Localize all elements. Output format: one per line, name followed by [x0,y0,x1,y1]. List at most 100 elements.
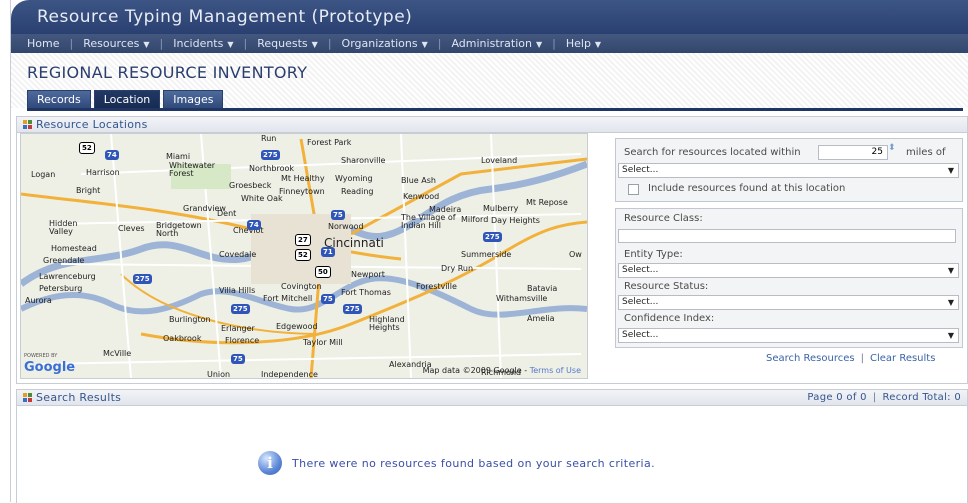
tab-records[interactable]: Records [27,90,91,109]
grid-icon [23,120,32,129]
miles-label: miles of [906,147,946,158]
location-select[interactable]: Select... ▼ [618,163,959,178]
app-title: Resource Typing Management (Prototype) [11,0,968,34]
map-label: Homestead [51,244,97,253]
map-view[interactable]: Forest Park Run Sharonville Loveland Log… [20,133,588,379]
main-menu: Home | Resources ▼ | Incidents ▼ | Request… [11,34,968,53]
map-label: Kenwood [403,192,440,201]
menu-help[interactable]: Help ▼ [560,34,607,53]
map-label: Aurora [25,296,52,305]
map-label: Fort Mitchell [263,294,313,303]
map-label: Norwood [328,222,364,231]
entity-type-label: Entity Type: [624,249,683,260]
map-label: Amelia [527,314,555,323]
route-shield-icon: 50 [315,266,331,278]
map-label: Forestville [416,282,457,291]
map-label: Finneytown [279,187,325,196]
map-label: Harrison [86,168,120,177]
route-shield-icon: 71 [321,247,335,257]
route-shield-icon: 275 [133,274,152,284]
search-resources-link[interactable]: Search Resources [766,353,855,364]
map-label: Dent [217,209,237,218]
map-label: McVille [103,349,132,358]
route-shield-icon: 275 [231,304,250,314]
route-shield-icon: 74 [105,150,119,160]
map-label: Florence [225,336,260,345]
confidence-index-select[interactable]: Select... ▼ [618,328,959,343]
map-attribution: Map data ©2009 Google - Terms of Use [422,366,581,375]
resource-status-select[interactable]: Select... ▼ [618,295,959,310]
chevron-down-icon: ▼ [421,40,428,49]
info-icon: i [258,451,282,475]
confidence-index-label: Confidence Index: [624,313,715,324]
pagination-info: Page 0 of 0 | Record Total: 0 [807,392,961,403]
map-label: Petersburg [39,284,83,293]
resource-class-input[interactable] [618,229,956,243]
menu-incidents[interactable]: Incidents ▼ [167,34,239,53]
route-shield-icon: 75 [331,210,345,220]
map-label: Villa Hills [219,286,256,295]
search-results-header: Search Results Page 0 of 0 | Record Total:… [17,390,967,406]
menu-resources[interactable]: Resources ▼ [77,34,155,53]
map-label: Summerside [461,250,512,259]
map-label: Dry Run [441,264,474,273]
page-title: REGIONAL RESOURCE INVENTORY [27,63,308,82]
search-actions: Search Resources | Clear Results [766,353,936,364]
tab-images[interactable]: Images [163,90,224,109]
tab-location[interactable]: Location [93,90,161,109]
map-label: Erlanger [221,324,255,333]
route-shield-icon: 52 [295,249,311,261]
map-label: Union [207,370,231,379]
map-label: Mt Repose [526,198,568,207]
map-label: Bright [76,186,101,195]
map-label: Batavia [527,284,558,293]
menu-administration[interactable]: Administration ▼ [445,34,548,53]
menu-organizations[interactable]: Organizations ▼ [336,34,434,53]
map-label: Loveland [481,156,518,165]
map-label: Independence [261,370,318,379]
google-logo: POWERED BY Google [24,353,76,375]
map-label: Lawrenceburg [39,272,96,281]
stepper-icon[interactable]: ⬍ [888,143,896,153]
include-location-checkbox[interactable] [628,184,639,195]
no-results-message: i There were no resources found based on… [258,451,655,475]
no-results-text: There were no resources found based on y… [292,456,656,470]
tab-underline [27,108,963,111]
route-shield-icon: 275 [261,150,280,160]
search-results-panel: Search Results Page 0 of 0 | Record Total:… [16,389,968,503]
grid-icon [23,393,32,402]
map-label: Blue Ash [401,176,436,185]
route-shield-icon: 52 [79,142,95,154]
map-label: Bridgetown North [156,221,202,238]
map-label: Mulberry [483,204,519,213]
proximity-search-box: Search for resources located within 25 ⬍… [615,138,963,202]
map-label: Greendale [43,256,85,265]
menu-home[interactable]: Home [21,34,65,53]
map-label: Oakbrook [163,334,202,343]
map-label: Edgewood [276,322,318,331]
route-shield-icon: 27 [295,234,311,246]
menu-requests[interactable]: Requests ▼ [251,34,324,53]
map-label: White Oak [241,194,283,203]
chevron-down-icon: ▼ [535,40,543,49]
map-label: Mt Healthy [281,174,325,183]
chevron-down-icon: ▼ [947,331,954,340]
map-label: Whitewater Forest [169,161,216,178]
map-label: Logan [31,170,56,179]
route-shield-icon: 275 [483,232,502,242]
chevron-down-icon: ▼ [143,40,150,49]
chevron-down-icon: ▼ [947,166,954,175]
route-shield-icon: 75 [321,294,335,304]
map-label: Run [261,134,277,143]
map-label: Wyoming [335,174,373,183]
entity-type-select[interactable]: Select... ▼ [618,263,959,278]
map-label: Fort Thomas [341,288,391,297]
search-results-title: Search Results [36,391,122,404]
map-label: Miami [166,152,191,161]
chevron-down-icon: ▼ [947,266,954,275]
terms-of-use-link[interactable]: Terms of Use [530,366,581,375]
chevron-down-icon: ▼ [947,298,954,307]
miles-input[interactable]: 25 [818,145,888,160]
resource-class-label: Resource Class: [624,213,703,224]
clear-results-link[interactable]: Clear Results [870,353,935,364]
